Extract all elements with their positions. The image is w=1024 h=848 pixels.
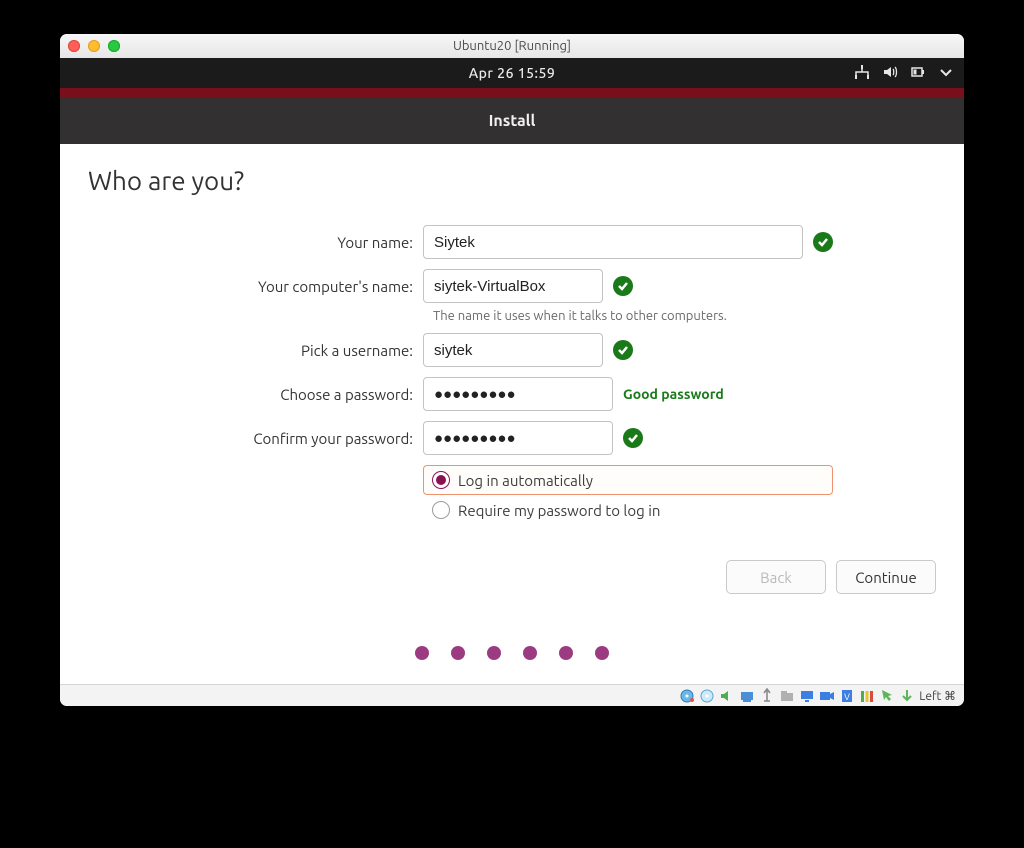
progress-dots — [60, 646, 964, 660]
password-input[interactable] — [423, 377, 613, 411]
decorative-strip — [60, 88, 964, 98]
login-options: Log in automatically Require my password… — [423, 465, 833, 525]
recording-icon[interactable] — [819, 688, 835, 704]
activity-bars-icon[interactable] — [859, 688, 875, 704]
radio-require-password[interactable]: Require my password to log in — [423, 495, 833, 525]
display-icon[interactable] — [799, 688, 815, 704]
installer-window: Install Who are you? Your name: Your com… — [60, 98, 964, 684]
chevron-down-icon[interactable] — [938, 64, 954, 83]
vbox-guest-icon[interactable]: V — [839, 688, 855, 704]
network-adapter-icon[interactable] — [739, 688, 755, 704]
virtualbox-statusbar: V Left ⌘ — [60, 684, 964, 706]
volume-icon[interactable] — [882, 64, 898, 83]
battery-icon[interactable] — [910, 64, 926, 83]
audio-icon[interactable] — [719, 688, 735, 704]
back-button[interactable]: Back — [726, 560, 826, 594]
continue-button[interactable]: Continue — [836, 560, 936, 594]
check-icon — [613, 340, 633, 360]
radio-label: Log in automatically — [458, 472, 593, 489]
name-input[interactable] — [423, 225, 803, 259]
label-computer-name: Your computer's name: — [88, 278, 423, 295]
keyboard-capture-icon[interactable] — [899, 688, 915, 704]
user-setup-form: Your name: Your computer's name: The nam… — [88, 225, 936, 525]
password-strength: Good password — [623, 386, 724, 402]
computer-name-input[interactable] — [423, 269, 603, 303]
host-key-label: Left ⌘ — [919, 689, 956, 703]
radio-icon — [432, 471, 450, 489]
pager-dot — [595, 646, 609, 660]
label-username: Pick a username: — [88, 342, 423, 359]
check-icon — [623, 428, 643, 448]
radio-label: Require my password to log in — [458, 502, 660, 519]
check-icon — [613, 276, 633, 296]
pager-dot — [415, 646, 429, 660]
confirm-password-input[interactable] — [423, 421, 613, 455]
radio-icon — [432, 501, 450, 519]
svg-text:V: V — [844, 692, 850, 702]
clock[interactable]: Apr 26 15:59 — [469, 65, 556, 81]
check-icon — [813, 232, 833, 252]
radio-login-automatically[interactable]: Log in automatically — [423, 465, 833, 495]
pager-dot — [487, 646, 501, 660]
usb-icon[interactable] — [759, 688, 775, 704]
virtualbox-window: Ubuntu20 [Running] Apr 26 15:59 Install … — [60, 34, 964, 706]
installer-title: Install — [489, 112, 536, 130]
gnome-top-bar: Apr 26 15:59 — [60, 58, 964, 88]
optical-disk-icon[interactable] — [699, 688, 715, 704]
label-your-name: Your name: — [88, 234, 423, 251]
username-input[interactable] — [423, 333, 603, 367]
pager-dot — [451, 646, 465, 660]
label-password: Choose a password: — [88, 386, 423, 403]
host-titlebar: Ubuntu20 [Running] — [60, 34, 964, 58]
harddisk-icon[interactable] — [679, 688, 695, 704]
label-confirm-password: Confirm your password: — [88, 430, 423, 447]
installer-body: Who are you? Your name: Your computer's … — [60, 144, 964, 684]
host-window-title: Ubuntu20 [Running] — [60, 39, 964, 53]
network-icon[interactable] — [854, 64, 870, 83]
shared-folder-icon[interactable] — [779, 688, 795, 704]
nav-buttons: Back Continue — [726, 560, 936, 594]
page-heading: Who are you? — [88, 166, 936, 195]
installer-titlebar: Install — [60, 98, 964, 144]
mouse-integration-icon[interactable] — [879, 688, 895, 704]
pager-dot — [523, 646, 537, 660]
computer-name-hint: The name it uses when it talks to other … — [433, 309, 936, 323]
pager-dot — [559, 646, 573, 660]
